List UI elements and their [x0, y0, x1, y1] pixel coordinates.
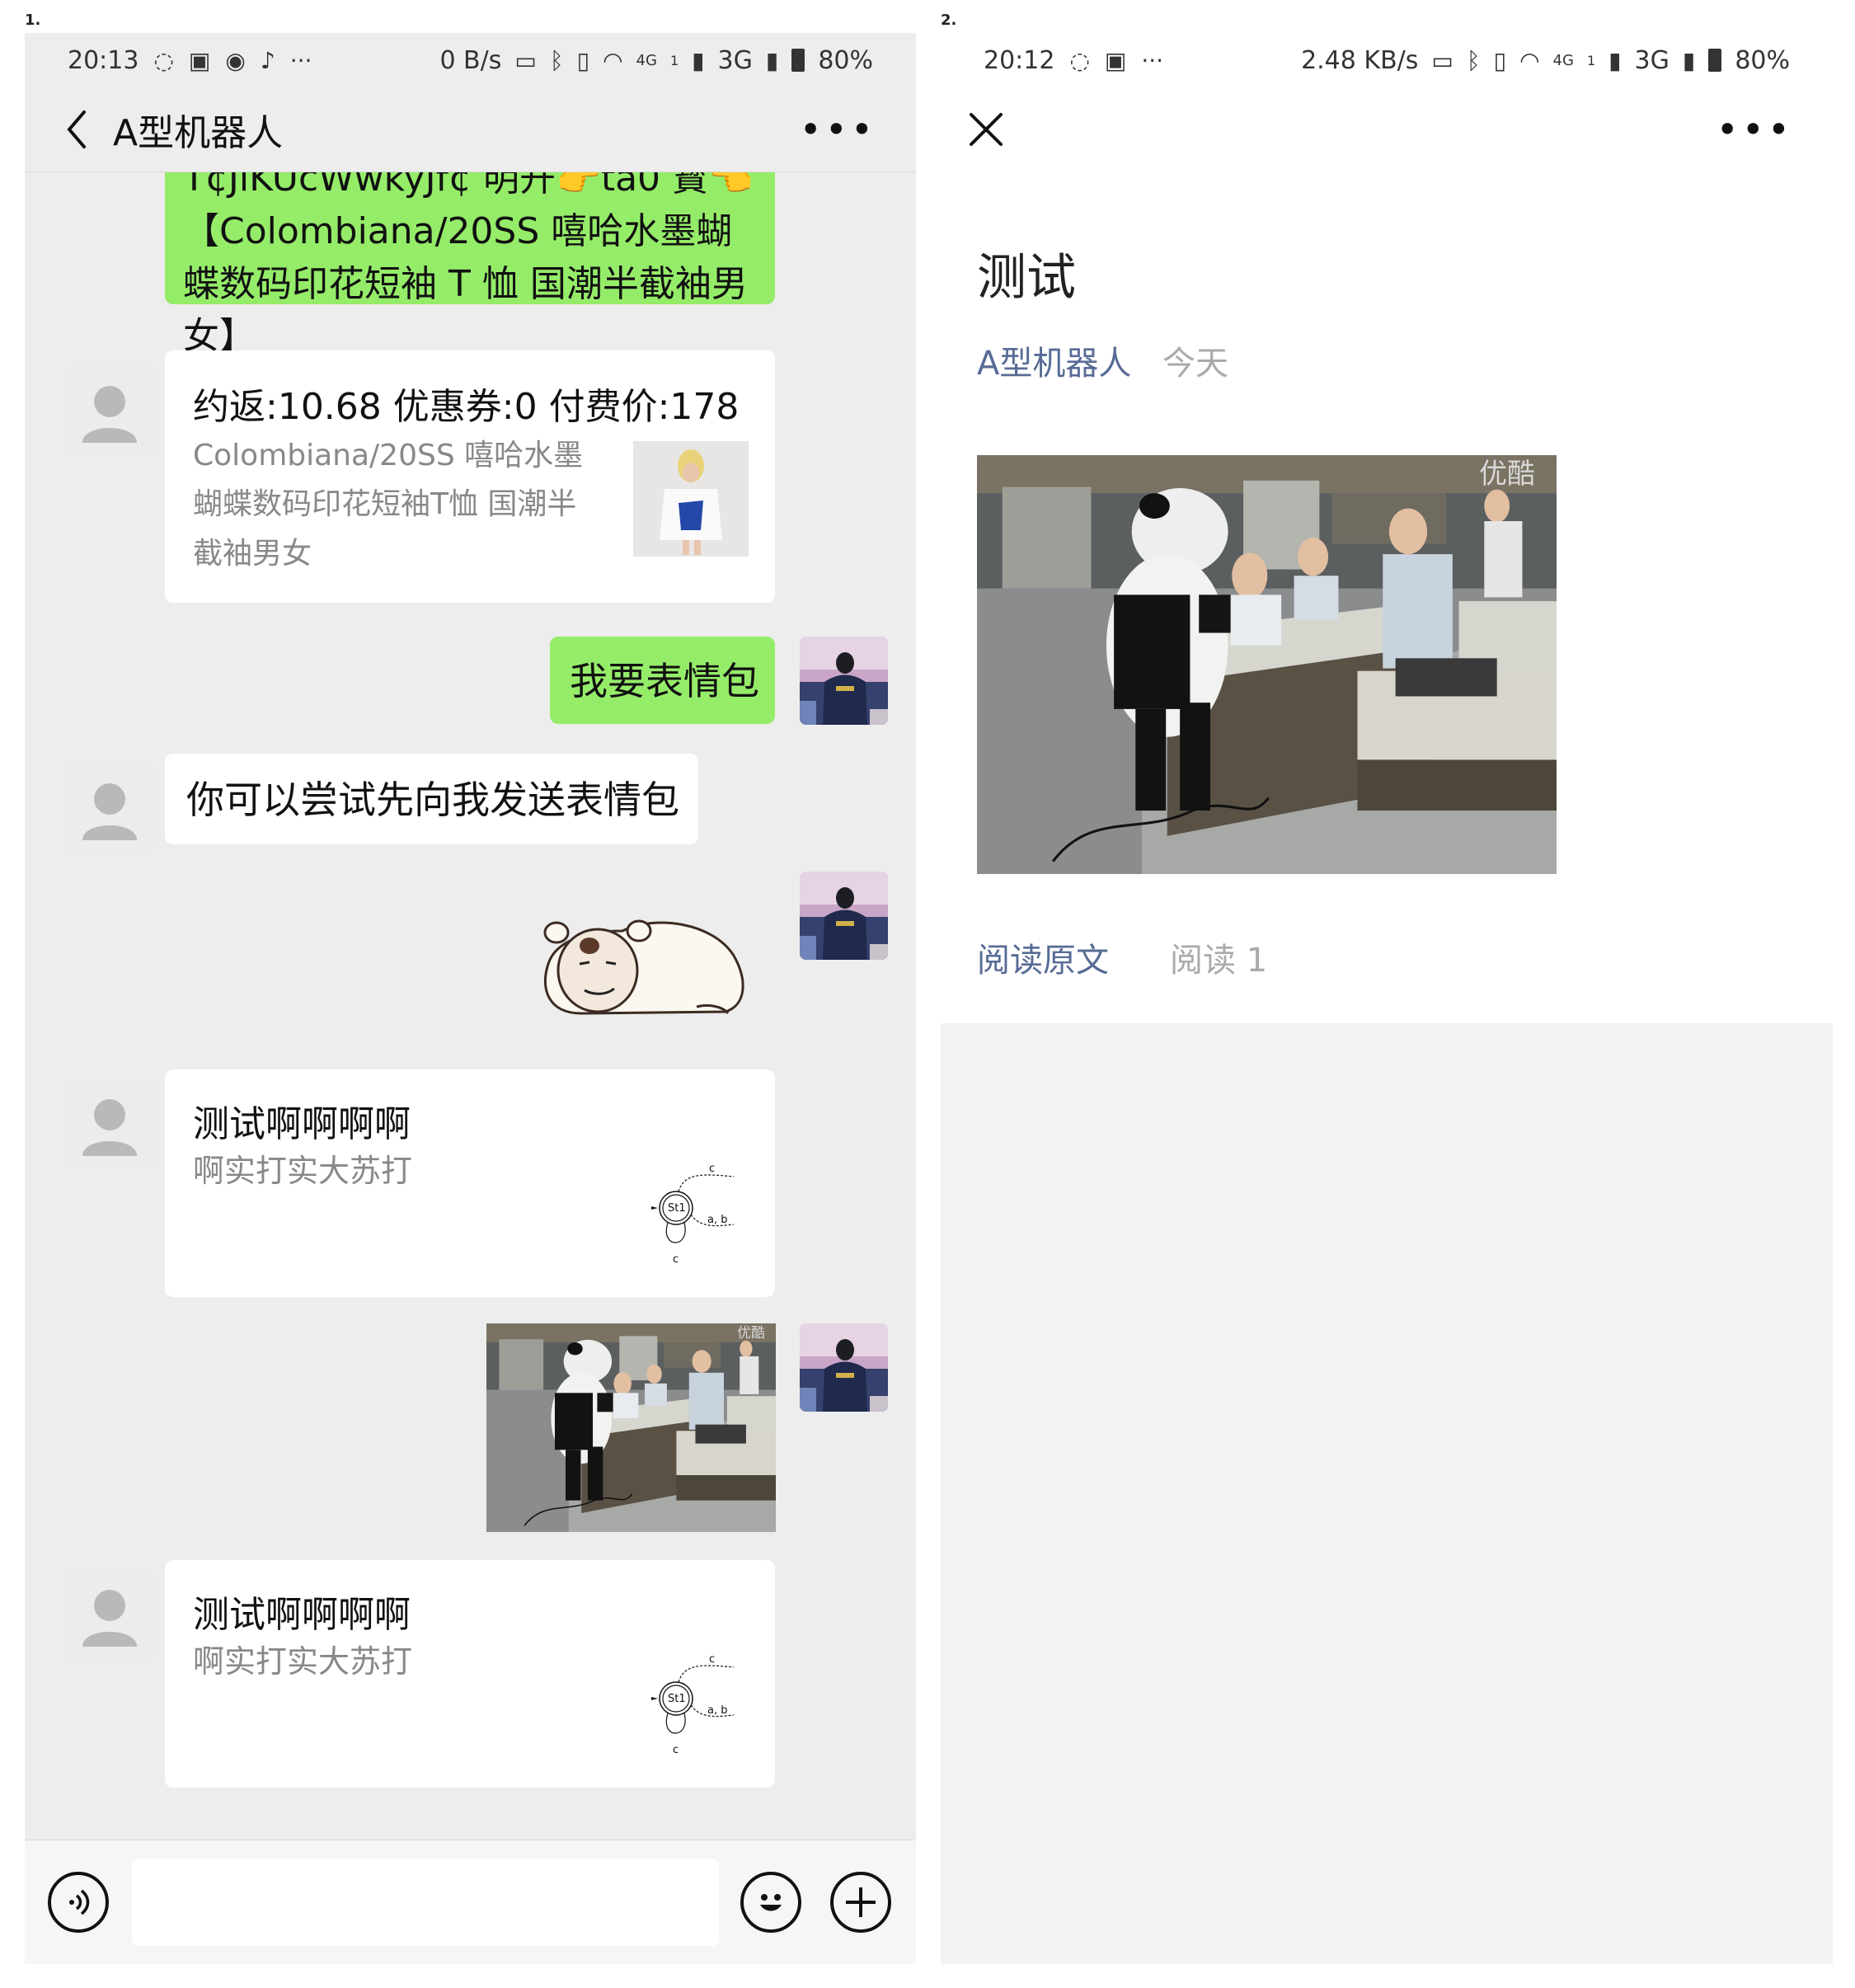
wifi-icon: ◠: [603, 46, 623, 74]
article-author[interactable]: A型机器人: [977, 336, 1131, 384]
link-card[interactable]: 测试啊啊啊啊 啊实打实大苏打 St1 c a, b c: [165, 1069, 775, 1297]
more-options-icon[interactable]: •••: [1716, 110, 1793, 148]
hd-call-icon: ▭: [1431, 46, 1453, 74]
signal-icon: ▮: [1608, 46, 1622, 74]
signal-2-icon: ▮: [1682, 46, 1696, 74]
bluetooth-icon: ᛒ: [1466, 46, 1481, 74]
diagram-state-label: St1: [668, 1202, 686, 1215]
default-user-icon: [82, 386, 137, 443]
read-count: 阅读 1: [1170, 942, 1268, 980]
diagram-mid-label: a, b: [707, 1214, 727, 1226]
image-message[interactable]: [486, 1323, 776, 1532]
article-screen: 20:12 ◌ ▣ ··· 2.48 KB/s ▭ ᛒ ▯ ◠ 4G 1 ▮ 3…: [941, 33, 1833, 1964]
calendar-icon: ▣: [1104, 46, 1127, 74]
network-speed: 2.48 KB/s: [1301, 45, 1419, 75]
product-card-desc: Colombiana/20SS 嘻哈水墨 蝴蝶数码印花短袖T恤 国潮半 截袖男女: [193, 439, 584, 571]
battery-percent: 80%: [1735, 45, 1790, 75]
sim-badge: 1: [669, 52, 679, 68]
sim-badge: 1: [1586, 52, 1596, 68]
add-more-icon[interactable]: [830, 1872, 891, 1933]
chat-screen: 20:13 ◌ ▣ ◉ ♪ ··· 0 B/s ▭ ᛒ ▯ ◠ 4G 1 ▮ 3…: [25, 33, 916, 1964]
message-list[interactable]: T¢JlKUcWwkyJf¢ 明开👉ta0 寳👈 【Colombiana/20S…: [25, 172, 916, 1874]
network-type-2: 3G: [1634, 45, 1670, 75]
product-link-message[interactable]: T¢JlKUcWwkyJf¢ 明开👉ta0 寳👈 【Colombiana/20S…: [165, 172, 775, 357]
link-card-desc: 啊实打实大苏打: [193, 1153, 413, 1189]
diagram-state-label: St1: [668, 1693, 686, 1705]
article-title: 测试: [977, 249, 1076, 307]
network-type: 4G: [636, 51, 657, 69]
diagram-bottom-label: c: [673, 1253, 679, 1266]
tiktok-icon: ♪: [260, 46, 275, 74]
product-thumbnail: [633, 441, 749, 557]
signal-icon: ▮: [692, 46, 705, 74]
self-message[interactable]: 我要表情包: [550, 637, 775, 724]
more-notifications-icon: ···: [289, 46, 312, 74]
bot-avatar[interactable]: [66, 764, 154, 853]
article-image[interactable]: [977, 455, 1557, 874]
comment-area: [941, 1023, 1833, 1964]
diagram-top-label: c: [709, 1653, 715, 1666]
self-message-text: 我要表情包: [570, 659, 759, 703]
chat-title: A型机器人: [113, 112, 284, 154]
bot-avatar[interactable]: [66, 1571, 154, 1659]
article-header: •••: [941, 87, 1833, 172]
state-diagram-thumbnail: St1 c a, b c: [650, 1649, 750, 1765]
vibrate-icon: ▯: [576, 46, 590, 74]
bear-sticker[interactable]: [532, 898, 754, 1022]
self-avatar[interactable]: [800, 637, 888, 725]
network-type-2: 3G: [717, 45, 753, 75]
figure-label-2: 2.: [941, 12, 957, 29]
self-avatar[interactable]: [800, 872, 888, 960]
product-card[interactable]: 约返:10.68 优惠券:0 付费价:178 Colombiana/20SS 嘻…: [165, 350, 775, 603]
bot-avatar[interactable]: [66, 367, 154, 455]
state-diagram-thumbnail: St1 c a, b c: [650, 1158, 750, 1274]
chat-notification-icon: ◌: [153, 46, 174, 74]
link-card-title: 测试啊啊啊啊: [193, 1103, 411, 1145]
emoji-icon[interactable]: [740, 1872, 801, 1933]
battery-percent: 80%: [818, 45, 873, 75]
app-icon: ◉: [225, 46, 246, 74]
message-input[interactable]: [132, 1859, 719, 1946]
bot-avatar[interactable]: [66, 1080, 154, 1168]
diagram-top-label: c: [709, 1163, 715, 1175]
read-original-link[interactable]: 阅读原文: [977, 933, 1109, 981]
chat-notification-icon: ◌: [1069, 46, 1090, 74]
network-speed: 0 B/s: [439, 45, 502, 75]
more-notifications-icon: ···: [1141, 46, 1164, 74]
status-time: 20:13: [68, 45, 139, 75]
voice-input-icon[interactable]: [48, 1872, 109, 1933]
bluetooth-icon: ᛒ: [549, 46, 564, 74]
link-card-desc: 啊实打实大苏打: [193, 1643, 413, 1680]
link-card[interactable]: 测试啊啊啊啊 啊实打实大苏打 St1 c a, b c: [165, 1560, 775, 1788]
network-type: 4G: [1552, 51, 1574, 69]
link-card-title: 测试啊啊啊啊: [193, 1594, 411, 1636]
wifi-icon: ◠: [1519, 46, 1540, 74]
self-avatar[interactable]: [800, 1323, 888, 1412]
calendar-icon: ▣: [188, 46, 211, 74]
more-options-icon[interactable]: •••: [800, 110, 876, 148]
chat-header: A型机器人 •••: [25, 87, 916, 172]
status-bar: 20:13 ◌ ▣ ◉ ♪ ··· 0 B/s ▭ ᛒ ▯ ◠ 4G 1 ▮ 3…: [25, 33, 916, 87]
status-time: 20:12: [984, 45, 1055, 75]
figure-label-1: 1.: [25, 12, 41, 29]
product-card-title: 约返:10.68 优惠券:0 付费价:178: [193, 386, 740, 428]
bot-message-text: 你可以尝试先向我发送表情包: [186, 778, 679, 822]
status-bar: 20:12 ◌ ▣ ··· 2.48 KB/s ▭ ᛒ ▯ ◠ 4G 1 ▮ 3…: [941, 33, 1833, 87]
close-icon[interactable]: [965, 105, 1007, 154]
input-bar: [25, 1840, 916, 1964]
battery-icon: [1708, 49, 1722, 72]
hd-call-icon: ▭: [514, 46, 537, 74]
diagram-bottom-label: c: [673, 1744, 679, 1756]
signal-2-icon: ▮: [765, 46, 779, 74]
diagram-mid-label: a, b: [707, 1704, 727, 1717]
product-link-text: T¢JlKUcWwkyJf¢ 明开👉ta0 寳👈 【Colombiana/20S…: [183, 172, 754, 358]
bot-message[interactable]: 你可以尝试先向我发送表情包: [165, 754, 698, 844]
battery-icon: [791, 49, 805, 72]
vibrate-icon: ▯: [1493, 46, 1507, 74]
back-arrow-icon[interactable]: [56, 105, 97, 154]
article-date: 今天: [1162, 345, 1228, 383]
